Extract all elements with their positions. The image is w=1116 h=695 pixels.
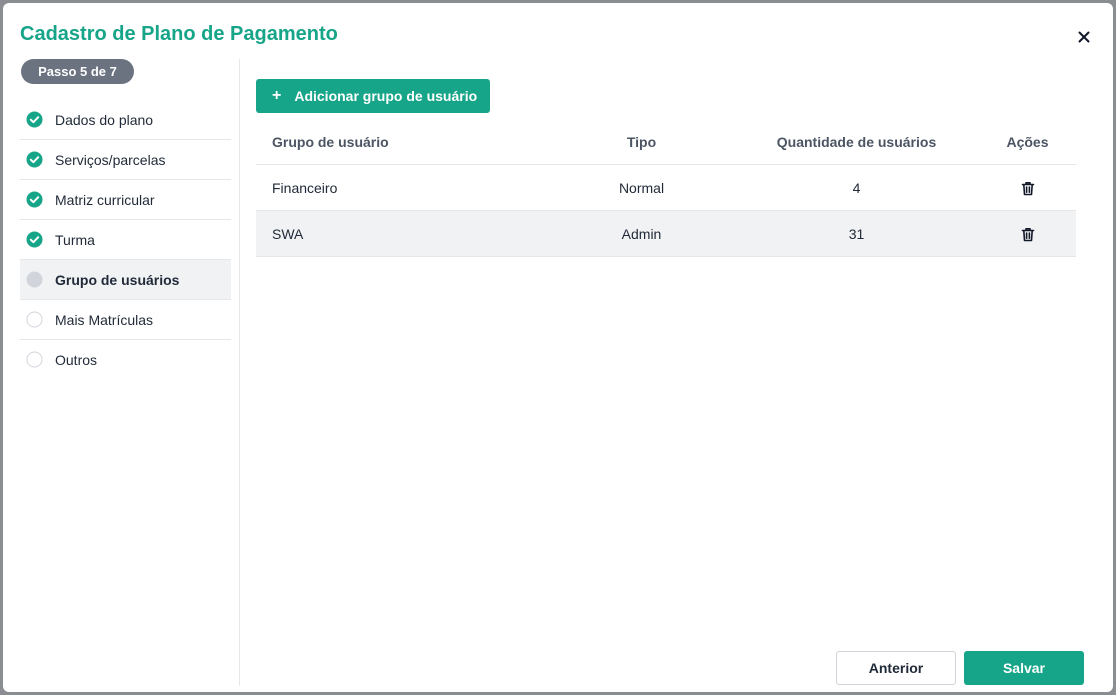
trash-icon[interactable]	[1021, 227, 1035, 242]
step-label: Mais Matrículas	[55, 311, 154, 328]
cell-acoes	[979, 164, 1076, 211]
step-label: Matriz curricular	[55, 191, 155, 208]
save-button[interactable]: Salvar	[964, 651, 1084, 685]
table-header-row: Grupo de usuário Tipo Quantidade de usuá…	[256, 119, 1076, 165]
header-acoes: Ações	[979, 119, 1076, 165]
steps-nav: Dados do plano Serviços/parcelas Matriz …	[20, 100, 231, 379]
check-circle-icon	[26, 151, 43, 168]
check-circle-icon	[26, 111, 43, 128]
cell-quantidade: 31	[734, 210, 979, 257]
add-user-group-button[interactable]: + Adicionar grupo de usuário	[256, 79, 491, 113]
step-grupo-de-usuarios[interactable]: Grupo de usuários	[20, 260, 231, 300]
payment-plan-modal: Cadastro de Plano de Pagamento Passo 5 d…	[3, 3, 1113, 692]
previous-button[interactable]: Anterior	[836, 651, 956, 685]
step-label: Outros	[55, 351, 98, 368]
header-quantidade: Quantidade de usuários	[734, 119, 979, 165]
current-step-icon	[26, 271, 43, 288]
step-mais-matriculas[interactable]: Mais Matrículas	[20, 300, 231, 340]
cell-quantidade: 4	[734, 164, 979, 211]
plus-icon: +	[272, 87, 282, 104]
step-label: Serviços/parcelas	[55, 151, 166, 168]
user-groups-table: Grupo de usuário Tipo Quantidade de usuá…	[256, 119, 1076, 257]
step-servicos-parcelas[interactable]: Serviços/parcelas	[20, 140, 231, 180]
header-tipo: Tipo	[549, 119, 734, 165]
step-label: Dados do plano	[55, 111, 154, 128]
close-button[interactable]	[1075, 28, 1093, 46]
modal-title: Cadastro de Plano de Pagamento	[20, 23, 338, 45]
empty-circle-icon	[26, 311, 43, 328]
cell-tipo: Normal	[549, 164, 734, 211]
cell-grupo: SWA	[256, 210, 549, 257]
table-row: Financeiro Normal 4	[256, 164, 1076, 211]
step-badge: Passo 5 de 7	[21, 59, 134, 84]
step-outros[interactable]: Outros	[20, 340, 231, 379]
empty-circle-icon	[26, 351, 43, 368]
step-label: Turma	[55, 231, 95, 248]
check-circle-icon	[26, 191, 43, 208]
step-matriz-curricular[interactable]: Matriz curricular	[20, 180, 231, 220]
step-label: Grupo de usuários	[55, 271, 180, 288]
cell-tipo: Admin	[549, 210, 734, 257]
table-row: SWA Admin 31	[256, 210, 1076, 257]
step-turma[interactable]: Turma	[20, 220, 231, 260]
check-circle-icon	[26, 231, 43, 248]
trash-icon[interactable]	[1021, 181, 1035, 196]
add-user-group-label: Adicionar grupo de usuário	[294, 88, 478, 104]
header-grupo: Grupo de usuário	[256, 119, 549, 165]
sidebar-divider	[239, 59, 240, 686]
close-icon	[1078, 31, 1090, 43]
cell-acoes	[979, 210, 1076, 257]
cell-grupo: Financeiro	[256, 164, 549, 211]
step-dados-do-plano[interactable]: Dados do plano	[20, 100, 231, 140]
